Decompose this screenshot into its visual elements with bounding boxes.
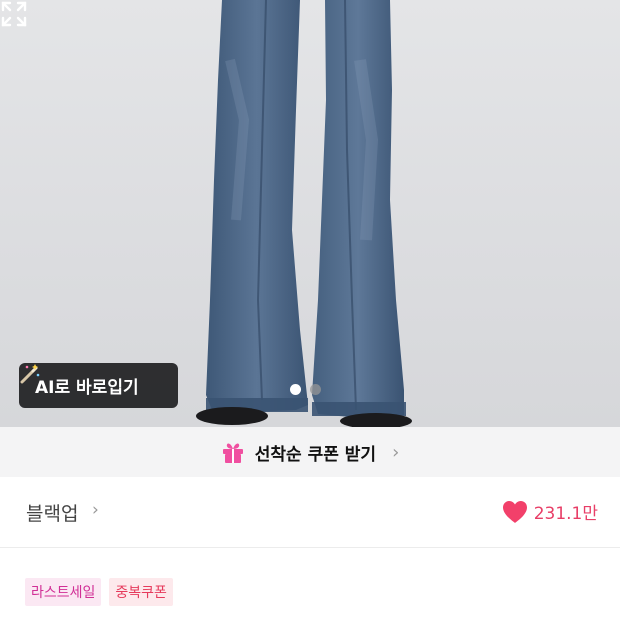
chevron-right-icon: › (392, 441, 400, 463)
badge-list: 라스트세일 중복쿠폰 (25, 578, 173, 606)
carousel-dot[interactable] (310, 384, 321, 395)
carousel-indicator (290, 384, 321, 395)
expand-icon[interactable] (0, 0, 28, 28)
ai-try-on-button[interactable]: AI로 바로입기 (19, 363, 178, 408)
product-image-carousel[interactable]: AI로 바로입기 (0, 0, 620, 427)
heart-icon (502, 500, 527, 523)
magic-wand-icon (20, 364, 40, 384)
brand-link[interactable]: 블랙업 (26, 499, 78, 526)
badge-duplicate-coupon: 중복쿠폰 (109, 578, 173, 606)
coupon-label: 선착순 쿠폰 받기 (254, 444, 377, 465)
like-count: 231.1만 (533, 504, 598, 524)
badge-last-sale: 라스트세일 (25, 578, 102, 606)
ai-try-on-label: AI로 바로입기 (35, 378, 139, 398)
coupon-banner[interactable]: 선착순 쿠폰 받기 › (0, 427, 620, 477)
chevron-right-icon: › (92, 500, 99, 520)
like-button[interactable]: 231.1만 (502, 499, 598, 524)
carousel-dot-active[interactable] (290, 384, 301, 395)
gift-icon (222, 443, 243, 463)
brand-row: 블랙업 › 231.1만 (0, 477, 620, 548)
